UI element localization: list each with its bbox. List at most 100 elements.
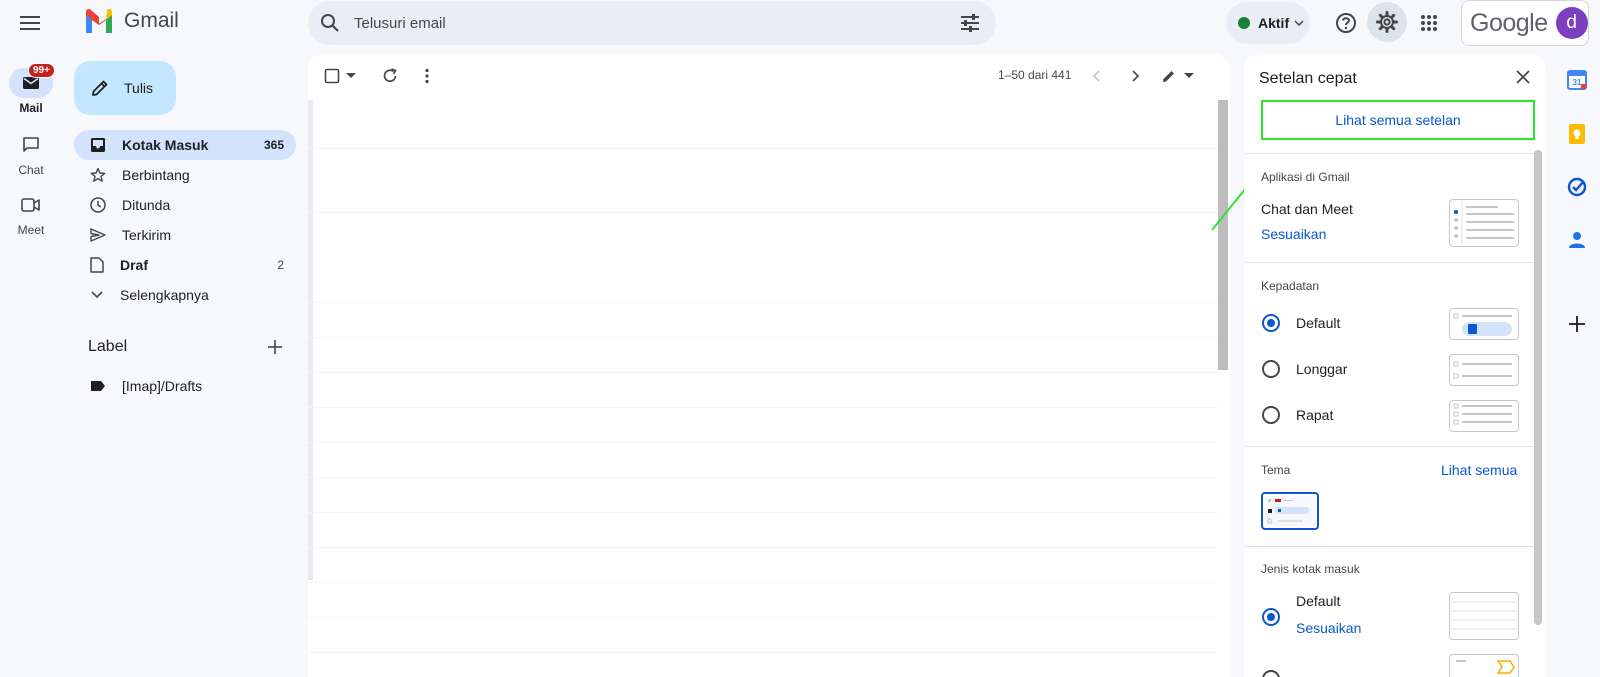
search-icon[interactable] (320, 13, 340, 33)
radio-button[interactable] (1262, 608, 1280, 626)
density-option-label: Rapat (1296, 407, 1334, 423)
radio-button[interactable] (1262, 670, 1280, 677)
search-options-icon[interactable] (960, 14, 980, 32)
svg-text:31: 31 (1573, 78, 1582, 87)
chat-meet-customize-link[interactable]: Sesuaikan (1261, 226, 1326, 242)
row-divider (308, 582, 1218, 583)
chat-meet-label: Chat dan Meet (1261, 201, 1353, 217)
unread-badge: 99+ (28, 63, 55, 78)
labels-heading: Label (88, 338, 128, 355)
density-comfortable-thumbnail (1449, 354, 1519, 386)
inbox-type-customize-link[interactable]: Sesuaikan (1296, 620, 1361, 636)
radio-button[interactable] (1262, 314, 1280, 332)
inbox-type-section-title: Jenis kotak masuk (1261, 562, 1360, 576)
nav-count: 2 (277, 258, 284, 272)
help-button[interactable] (1330, 7, 1362, 39)
chat-meet-preview-thumbnail (1449, 199, 1519, 247)
inbox-icon (91, 138, 105, 152)
more-vert-icon (425, 68, 429, 84)
row-divider (308, 547, 1218, 548)
more-options-button[interactable] (424, 68, 430, 84)
divider (1244, 262, 1534, 263)
nav-item-sent[interactable]: Terkirim (74, 220, 296, 250)
status-selector[interactable]: Aktif (1226, 2, 1310, 44)
see-all-settings-button[interactable]: Lihat semua setelan (1261, 100, 1535, 140)
older-button[interactable] (1130, 70, 1140, 82)
get-addons-button[interactable] (1564, 311, 1590, 337)
contacts-app-button[interactable] (1564, 227, 1590, 253)
nav-label-imap-drafts[interactable]: [Imap]/Drafts (74, 371, 296, 401)
row-divider (308, 617, 1218, 618)
compose-button[interactable]: Tulis (74, 61, 176, 115)
hamburger-icon (20, 16, 40, 30)
nav-label: Draf (120, 257, 149, 273)
draft-file-icon (90, 257, 104, 273)
help-icon (1336, 13, 1356, 33)
google-wordmark: Google (1470, 8, 1548, 37)
select-all-checkbox[interactable] (324, 68, 356, 84)
theme-thumbnail-default[interactable] (1261, 492, 1319, 530)
density-option-comfortable[interactable]: Longgar (1262, 360, 1347, 378)
row-stripe (308, 100, 313, 580)
nav-label: [Imap]/Drafts (122, 378, 203, 394)
app-name: Gmail (124, 9, 179, 32)
search-input[interactable]: Telusuri email (354, 15, 960, 32)
inbox-type-default-radio[interactable] (1262, 608, 1280, 626)
create-label-button[interactable] (268, 340, 282, 354)
density-preview-icon (1453, 403, 1512, 425)
nav-item-snoozed[interactable]: Ditunda (74, 190, 296, 220)
refresh-button[interactable] (382, 68, 398, 84)
quick-settings-scrollbar[interactable] (1534, 150, 1542, 625)
settings-button[interactable] (1367, 2, 1407, 42)
density-option-label: Default (1296, 315, 1341, 331)
density-compact-thumbnail (1449, 400, 1519, 432)
row-divider (308, 212, 1218, 213)
radio-button[interactable] (1262, 360, 1280, 378)
tasks-app-button[interactable] (1564, 174, 1590, 200)
radio-button[interactable] (1262, 406, 1280, 424)
main-menu-button[interactable] (14, 10, 46, 36)
google-apps-button[interactable] (1413, 7, 1445, 39)
nav-count: 365 (263, 138, 284, 152)
rail-chat-label: Chat (18, 163, 44, 177)
density-section-title: Kepadatan (1261, 279, 1320, 293)
newer-button[interactable] (1092, 70, 1102, 82)
calendar-app-button[interactable]: 31 (1564, 67, 1590, 93)
row-divider (308, 652, 1218, 653)
mail-icon (23, 77, 39, 89)
nav-label: Kotak Masuk (122, 137, 209, 153)
gmail-m-icon (86, 9, 112, 33)
contacts-person-icon (1569, 232, 1585, 248)
rail-mail[interactable]: 99+ Mail (8, 63, 55, 115)
quick-settings-title: Setelan cepat (1259, 70, 1357, 87)
nav-item-drafts[interactable]: Draf 2 (74, 250, 296, 280)
theme-see-all-link[interactable]: Lihat semua (1441, 462, 1517, 478)
google-account-button[interactable]: Google d (1461, 0, 1589, 46)
nav-item-inbox[interactable]: Kotak Masuk 365 (74, 130, 296, 160)
send-icon (90, 228, 106, 242)
caret-down-icon (346, 73, 356, 78)
chevron-right-icon (1132, 70, 1140, 82)
density-option-compact[interactable]: Rapat (1262, 406, 1333, 424)
pagination-text: 1–50 dari 441 (998, 68, 1072, 82)
important-marker-icon (1456, 660, 1515, 674)
nav-item-more[interactable]: Selengkapnya (74, 280, 296, 310)
nav-item-starred[interactable]: Berbintang (74, 160, 296, 190)
keep-bulb-icon (1569, 124, 1585, 144)
rail-meet[interactable]: Meet (8, 190, 54, 237)
density-option-default[interactable]: Default (1262, 314, 1340, 332)
status-label: Aktif (1258, 15, 1290, 31)
row-divider (308, 477, 1218, 478)
gmail-logo[interactable]: Gmail (84, 9, 179, 33)
inbox-type-important-radio[interactable] (1262, 670, 1280, 677)
refresh-icon (383, 68, 397, 83)
rail-meet-label: Meet (17, 223, 45, 237)
rail-chat[interactable]: Chat (8, 130, 54, 177)
close-quick-settings-button[interactable] (1516, 70, 1530, 84)
divider (1244, 546, 1534, 547)
row-divider (308, 372, 1218, 373)
input-tools-button[interactable] (1162, 69, 1194, 83)
keep-app-button[interactable] (1564, 121, 1590, 147)
search-bar[interactable]: Telusuri email (308, 1, 996, 45)
chevron-down-icon (91, 291, 103, 299)
